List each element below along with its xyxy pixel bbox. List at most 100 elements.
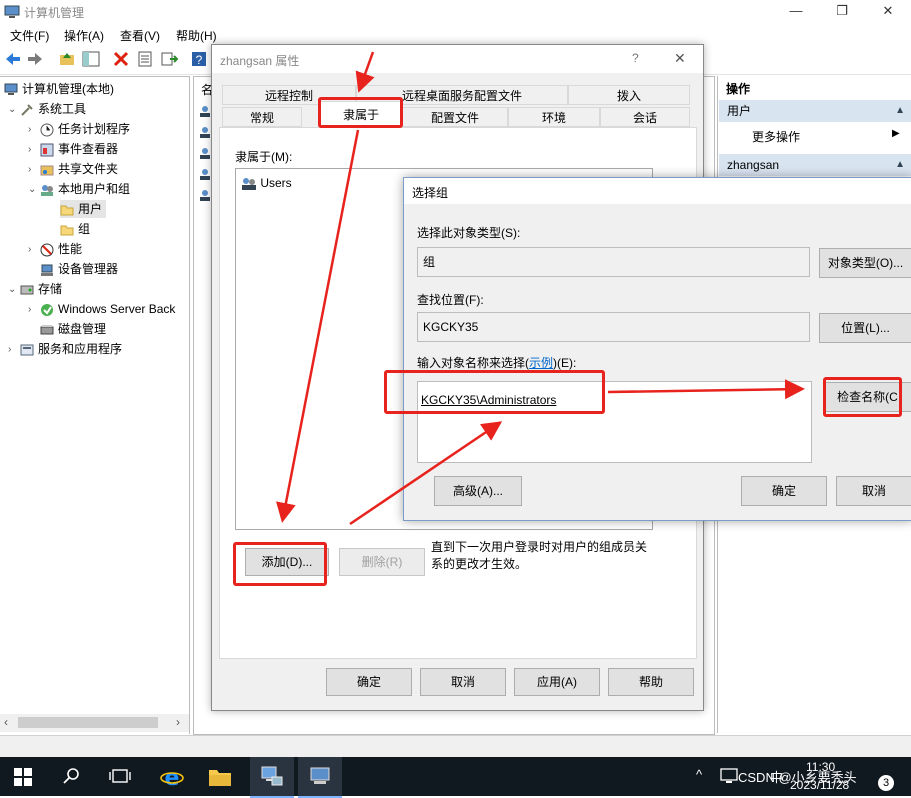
back-arrow-icon[interactable] <box>4 50 22 68</box>
tab-sessions[interactable]: 会话 <box>600 107 690 127</box>
dialog-help-button[interactable]: ? <box>632 51 639 65</box>
chevron-down-icon[interactable]: ⌄ <box>28 181 40 199</box>
list-item[interactable]: Users <box>241 174 292 192</box>
annotation-box-add-button <box>233 542 327 586</box>
ok-button[interactable]: 确定 <box>326 668 412 696</box>
actions-section-users[interactable]: 用户 ▲ <box>719 100 911 122</box>
tools-icon <box>21 104 33 116</box>
tree-item-windows-backup[interactable]: › Windows Server Back <box>28 300 175 318</box>
more-actions-link[interactable]: 更多操作 <box>752 128 800 145</box>
chevron-right-icon[interactable]: › <box>28 121 40 139</box>
dialog-close-button[interactable]: ✕ <box>674 50 686 67</box>
menu-file[interactable]: 文件(F) <box>10 27 49 44</box>
tree-item-system-tools[interactable]: ⌄ 系统工具 <box>8 100 86 118</box>
tree-item-device-manager[interactable]: 设备管理器 <box>40 260 118 278</box>
tree-item-task-scheduler[interactable]: › 任务计划程序 <box>28 120 130 138</box>
chevron-down-icon[interactable]: ⌄ <box>8 101 20 119</box>
window-titlebar: 计算机管理 — ❐ ✕ <box>0 0 911 24</box>
tab-general[interactable]: 常规 <box>222 107 302 127</box>
tab-dial-in[interactable]: 拨入 <box>568 85 690 105</box>
file-explorer-icon[interactable] <box>208 766 232 788</box>
scroll-right-icon[interactable]: › <box>176 715 180 729</box>
tree-item-performance[interactable]: › 性能 <box>28 240 82 258</box>
chevron-right-icon[interactable]: › <box>28 141 40 159</box>
ime-indicator[interactable]: 中 <box>770 767 783 786</box>
tree-item-disk-management[interactable]: 磁盘管理 <box>40 320 106 338</box>
maximize-button[interactable]: ❐ <box>819 0 865 24</box>
tree-item-services-apps[interactable]: › 服务和应用程序 <box>8 340 122 358</box>
network-icon[interactable] <box>720 768 738 784</box>
locations-button[interactable]: 位置(L)... <box>819 313 911 343</box>
status-bar <box>0 735 911 758</box>
taskbar-app-computer-management[interactable] <box>250 757 294 798</box>
properties-icon[interactable] <box>136 50 154 68</box>
remove-button[interactable]: 删除(R) <box>339 548 425 576</box>
apply-button[interactable]: 应用(A) <box>514 668 600 696</box>
chevron-right-icon[interactable]: › <box>28 161 40 179</box>
menu-action[interactable]: 操作(A) <box>64 27 104 44</box>
location-label: 查找位置(F): <box>417 293 484 307</box>
internet-explorer-icon[interactable]: e <box>160 765 184 789</box>
chevron-down-icon[interactable]: ⌄ <box>8 281 20 299</box>
tree-item-local-users-groups[interactable]: ⌄ 本地用户和组 <box>28 180 130 198</box>
tray-chevron-icon[interactable]: ^ <box>696 767 702 782</box>
tree-item-groups[interactable]: 组 <box>60 220 90 238</box>
enter-names-label: 输入对象名称来选择(示例)(E): <box>417 356 577 370</box>
clock-date[interactable]: 2023/11/28 <box>790 778 849 792</box>
search-icon[interactable] <box>63 767 81 785</box>
user-icon <box>200 190 210 201</box>
show-hide-tree-icon[interactable] <box>82 50 100 68</box>
clock-time[interactable]: 11:30 <box>806 760 835 774</box>
minimize-button[interactable]: — <box>773 0 819 24</box>
shared-folder-icon <box>40 165 54 176</box>
svg-text:?: ? <box>196 53 203 67</box>
export-list-icon[interactable] <box>160 50 178 68</box>
scroll-left-icon[interactable]: ‹ <box>4 715 8 729</box>
delete-icon[interactable] <box>112 50 130 68</box>
clock-icon <box>40 123 54 137</box>
tree-horizontal-scrollbar[interactable]: ‹ › <box>0 714 189 732</box>
advanced-button[interactable]: 高级(A)... <box>434 476 522 506</box>
actions-header: 操作 <box>726 82 751 96</box>
menu-help[interactable]: 帮助(H) <box>176 27 217 44</box>
performance-icon <box>40 243 54 257</box>
chevron-right-icon[interactable]: › <box>8 341 20 359</box>
chevron-right-icon[interactable]: › <box>28 301 40 319</box>
close-button[interactable]: ✕ <box>865 0 911 24</box>
actions-section-zhangsan[interactable]: zhangsan ▲ <box>719 154 911 176</box>
tree-item-users[interactable]: 用户 <box>60 200 107 218</box>
notification-badge[interactable]: 3 <box>878 775 894 791</box>
up-folder-icon[interactable] <box>58 50 76 68</box>
help-icon[interactable]: ? <box>190 50 208 68</box>
tab-profile[interactable]: 配置文件 <box>402 107 508 127</box>
scrollbar-thumb[interactable] <box>18 717 158 728</box>
select-ok-button[interactable]: 确定 <box>741 476 827 506</box>
object-type-field: 组 <box>417 247 810 277</box>
windows-start-icon[interactable] <box>14 768 32 786</box>
computer-management-icon <box>4 83 18 95</box>
collapse-up-icon[interactable]: ▲ <box>895 154 905 176</box>
tree-item-event-viewer[interactable]: › 事件查看器 <box>28 140 118 158</box>
forward-arrow-icon[interactable] <box>26 50 44 68</box>
collapse-up-icon[interactable]: ▲ <box>895 100 905 122</box>
select-cancel-button[interactable]: 取消 <box>836 476 911 506</box>
svg-text:e: e <box>165 766 180 789</box>
examples-link[interactable]: 示例 <box>529 356 553 370</box>
taskbar-app-server-manager[interactable] <box>298 757 342 798</box>
object-types-button[interactable]: 对象类型(O)... <box>819 248 911 278</box>
tree-item-storage[interactable]: ⌄ 存储 <box>8 280 62 298</box>
tab-environment[interactable]: 环境 <box>508 107 600 127</box>
chevron-right-icon[interactable]: › <box>28 241 40 259</box>
submenu-arrow-icon: ▶ <box>892 128 900 139</box>
menu-view[interactable]: 查看(V) <box>120 27 160 44</box>
users-group-icon <box>41 184 53 196</box>
task-view-icon[interactable] <box>109 768 131 784</box>
location-field: KGCKY35 <box>417 312 810 342</box>
tree-item-shared-folders[interactable]: › 共享文件夹 <box>28 160 118 178</box>
cancel-button[interactable]: 取消 <box>420 668 506 696</box>
help-button[interactable]: 帮助 <box>608 668 694 696</box>
properties-titlebar: zhangsan 属性 ? ✕ <box>212 45 703 73</box>
select-group-title: 选择组 <box>412 186 449 200</box>
folder-icon <box>60 205 74 216</box>
tree-root[interactable]: 计算机管理(本地) <box>4 80 114 98</box>
